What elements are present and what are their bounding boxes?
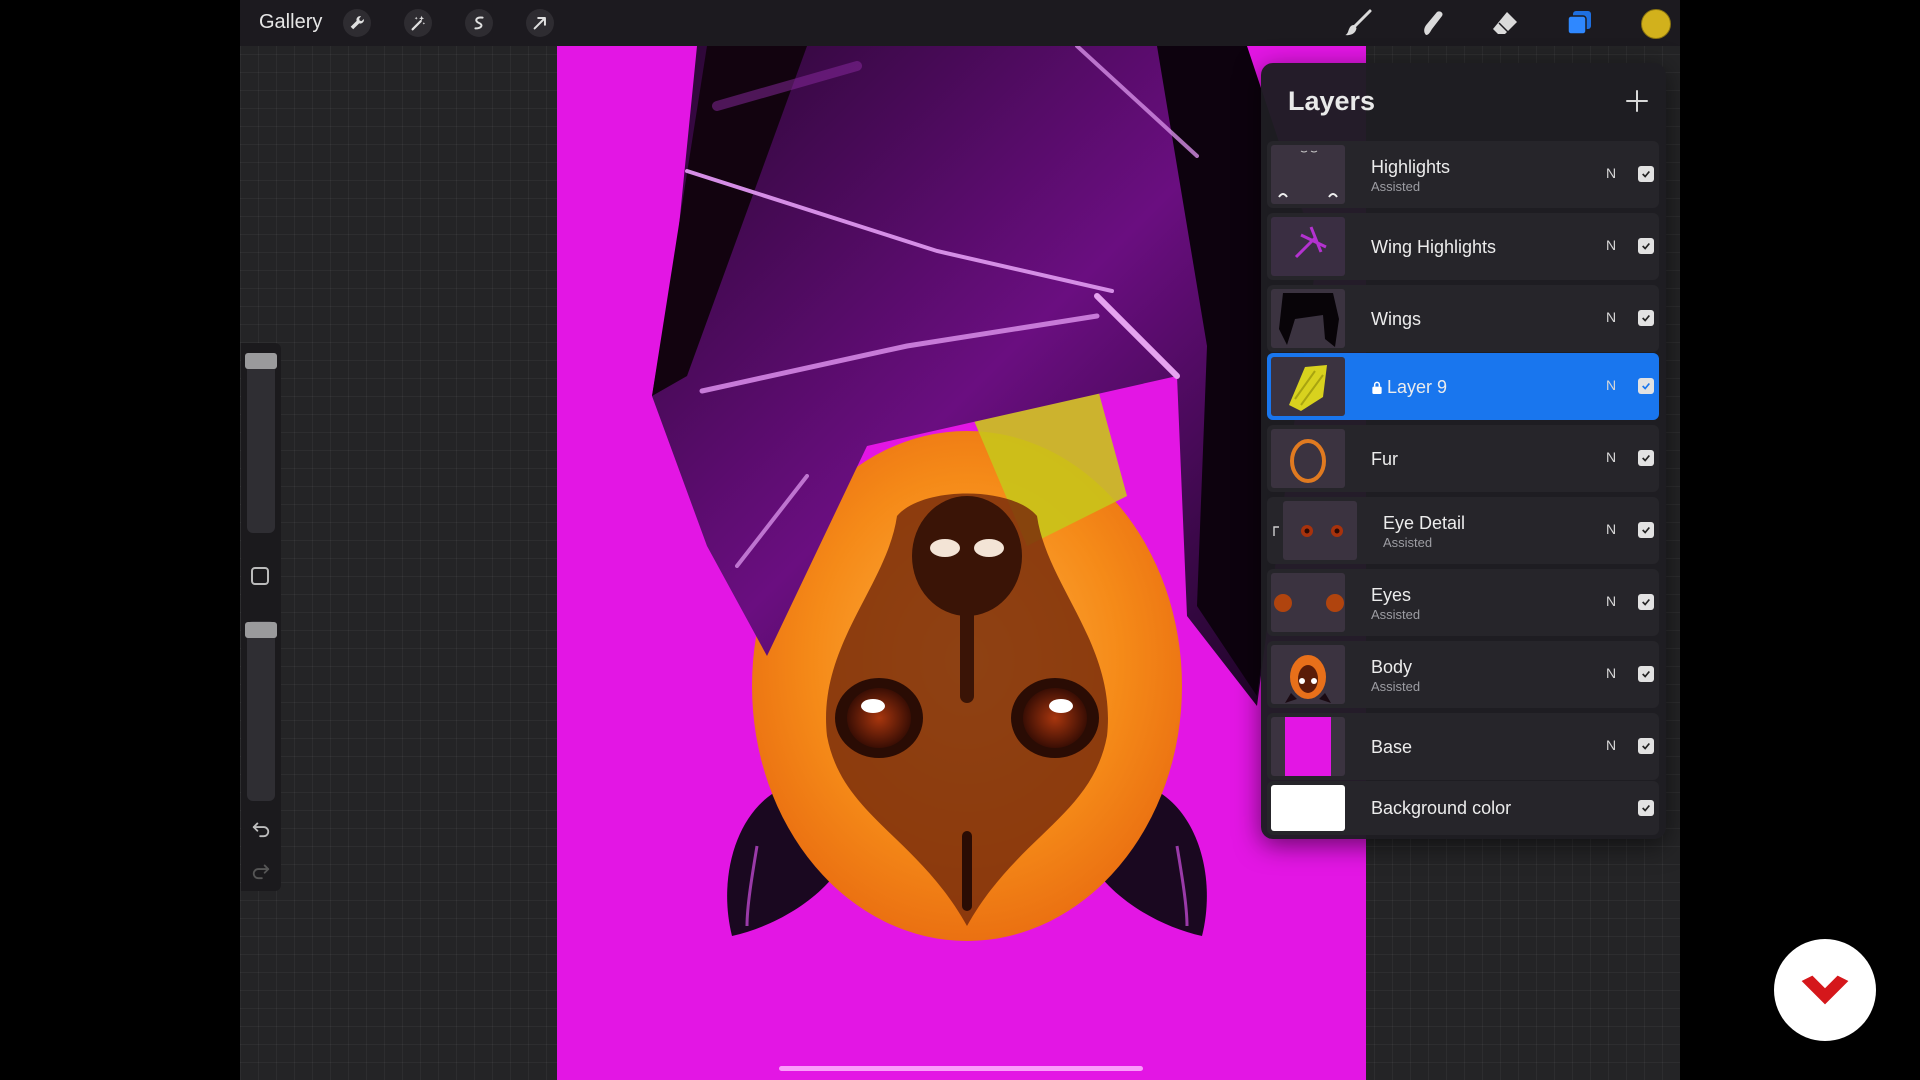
visibility-checkbox[interactable] — [1638, 310, 1654, 326]
layer-row[interactable]: Eyes Assisted N — [1267, 569, 1659, 636]
layers-icon[interactable] — [1562, 6, 1596, 40]
layers-panel-title: Layers — [1288, 86, 1376, 116]
layer-subtitle: Assisted — [1371, 607, 1421, 622]
domestika-logo-badge — [1774, 939, 1876, 1041]
gallery-button[interactable]: Gallery — [259, 11, 322, 34]
layer-name: Base — [1371, 737, 1413, 757]
blend-mode-button[interactable]: N — [1606, 309, 1616, 325]
add-layer-button[interactable] — [1623, 87, 1651, 115]
visibility-checkbox[interactable] — [1638, 166, 1654, 182]
modify-square-icon[interactable] — [251, 567, 269, 585]
home-indicator — [779, 1066, 1143, 1071]
visibility-checkbox[interactable] — [1638, 378, 1654, 394]
layers-panel: Layers Highlights Assisted N Wing Highli… — [1261, 63, 1666, 839]
blend-mode-button[interactable]: N — [1606, 449, 1616, 465]
layer-name: Background color — [1371, 798, 1512, 818]
visibility-checkbox[interactable] — [1638, 450, 1654, 466]
layer-name: Wings — [1371, 309, 1422, 329]
eraser-icon[interactable] — [1488, 6, 1522, 40]
layer-thumbnail — [1271, 429, 1345, 488]
blend-mode-button[interactable]: N — [1606, 377, 1616, 393]
plus-icon — [1626, 90, 1648, 112]
background-color-row[interactable]: Background color — [1267, 781, 1659, 835]
transform-arrow-icon[interactable] — [526, 9, 554, 37]
layer-name: Fur — [1371, 449, 1398, 469]
layer-row[interactable]: Wing Highlights N — [1267, 213, 1659, 280]
blend-mode-button[interactable]: N — [1606, 665, 1616, 681]
layer-thumbnail — [1271, 145, 1345, 204]
wrench-icon[interactable] — [343, 9, 371, 37]
visibility-checkbox[interactable] — [1638, 238, 1654, 254]
layer-subtitle: Assisted — [1371, 179, 1421, 194]
layer-row[interactable]: Highlights Assisted N — [1267, 141, 1659, 208]
background-color-swatch[interactable] — [1271, 785, 1345, 831]
redo-icon[interactable] — [250, 859, 272, 881]
blend-mode-button[interactable]: N — [1606, 521, 1616, 537]
brush-size-slider[interactable] — [247, 353, 275, 533]
layer-name: Eyes — [1371, 585, 1412, 605]
layer-name: Eye Detail — [1383, 513, 1466, 533]
layer-thumbnail — [1271, 645, 1345, 704]
color-picker-swatch[interactable] — [1641, 9, 1671, 39]
blend-mode-button[interactable]: N — [1606, 737, 1616, 753]
layer-name-text: Layer 9 — [1387, 377, 1448, 397]
drawing-canvas[interactable] — [557, 46, 1366, 1080]
opacity-thumb[interactable] — [245, 622, 277, 638]
layer-subtitle: Assisted — [1371, 679, 1421, 694]
layer-thumbnail — [1271, 357, 1345, 416]
layer-name: Highlights — [1371, 157, 1451, 177]
blend-mode-button[interactable]: N — [1606, 237, 1616, 253]
visibility-checkbox[interactable] — [1638, 800, 1654, 816]
visibility-checkbox[interactable] — [1638, 666, 1654, 682]
layer-thumbnail — [1271, 717, 1345, 776]
visibility-checkbox[interactable] — [1638, 738, 1654, 754]
layer-thumbnail — [1271, 289, 1345, 348]
selection-icon[interactable] — [465, 9, 493, 37]
layer-subtitle: Assisted — [1383, 535, 1433, 550]
opacity-slider[interactable] — [247, 621, 275, 801]
layer-row-selected[interactable]: Layer 9 N — [1267, 353, 1659, 420]
left-sidebar — [241, 343, 281, 891]
layer-row[interactable]: Eye Detail Assisted N — [1267, 497, 1659, 564]
layer-name: Wing Highlights — [1371, 237, 1497, 257]
smudge-icon[interactable] — [1415, 6, 1449, 40]
layer-thumbnail — [1283, 501, 1357, 560]
layer-thumbnail — [1271, 573, 1345, 632]
layer-name: Body — [1371, 657, 1413, 677]
procreate-app: Gallery Layers Highlights Assisted N Win… — [240, 0, 1680, 1080]
visibility-checkbox[interactable] — [1638, 522, 1654, 538]
top-toolbar: Gallery — [240, 0, 1680, 46]
lock-icon — [1372, 381, 1382, 394]
layer-row[interactable]: Wings N — [1267, 285, 1659, 352]
layer-row[interactable]: Body Assisted N — [1267, 641, 1659, 708]
brush-icon[interactable] — [1341, 6, 1375, 40]
layer-row[interactable]: Fur N — [1267, 425, 1659, 492]
brush-size-thumb[interactable] — [245, 353, 277, 369]
layer-name: Layer 9 — [1371, 377, 1447, 398]
undo-icon[interactable] — [250, 817, 272, 839]
blend-mode-button[interactable]: N — [1606, 165, 1616, 181]
magic-wand-icon[interactable] — [404, 9, 432, 37]
layer-thumbnail — [1271, 217, 1345, 276]
bat-illustration — [652, 46, 1317, 941]
visibility-checkbox[interactable] — [1638, 594, 1654, 610]
blend-mode-button[interactable]: N — [1606, 593, 1616, 609]
domestika-logo-icon — [1801, 975, 1849, 1005]
layer-row[interactable]: Base N — [1267, 713, 1659, 780]
clipping-mask-icon — [1273, 526, 1279, 536]
